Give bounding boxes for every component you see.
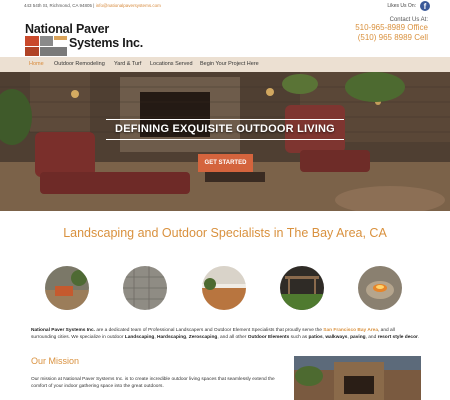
get-started-button[interactable]: GET STARTED bbox=[198, 154, 253, 172]
phone-office-link[interactable]: 510-965-8989 Office bbox=[355, 23, 428, 33]
service-image-fire-pit[interactable] bbox=[358, 266, 402, 310]
intro-zeroscaping: Zeroscaping bbox=[188, 335, 218, 341]
hero-image bbox=[0, 72, 450, 211]
service-image-paver-patio-house[interactable] bbox=[202, 266, 246, 310]
intro-landscaping: Landscaping bbox=[124, 335, 155, 341]
logo-line1: National Paver bbox=[25, 22, 110, 36]
nav-item-locations-served[interactable]: Locations Served bbox=[150, 61, 193, 67]
intro-region-link[interactable]: San Francisco Bay Area bbox=[323, 328, 378, 333]
service-image-pergola-yard[interactable] bbox=[280, 266, 324, 310]
phone-cell-link[interactable]: (510) 965 8989 Cell bbox=[355, 33, 428, 43]
intro-text-3: , and all other bbox=[217, 335, 248, 341]
hero-title: DEFINING EXQUISITE OUTDOOR LIVING bbox=[115, 123, 335, 135]
paver-blocks-icon bbox=[25, 36, 67, 56]
mission-text: Our mission at National Paver Systems In… bbox=[31, 377, 275, 390]
nav-item-yard-turf[interactable]: Yard & Turf bbox=[114, 61, 141, 67]
mission-image bbox=[294, 356, 421, 400]
site-header: National Paver Systems Inc. Contact Us A… bbox=[0, 14, 450, 56]
contact-block: Contact Us At: 510-965-8989 Office (510)… bbox=[355, 17, 428, 43]
address-line: 443 54th St, Richmond, CA 94805 | info@n… bbox=[24, 3, 161, 8]
intro-hardscaping: Hardscaping bbox=[157, 335, 187, 341]
main-nav: Home Outdoor Remodeling Yard & Turf Loca… bbox=[0, 57, 450, 72]
likes-us-label: Likes Us On: bbox=[387, 3, 416, 9]
intro-outdoor-elements: Outdoor Elements bbox=[247, 335, 290, 341]
nav-item-begin-project[interactable]: Begin Your Project Here bbox=[200, 61, 259, 67]
top-info-bar: 443 54th St, Richmond, CA 94805 | info@n… bbox=[0, 0, 450, 14]
intro-paragraph: National Paver Systems Inc. are a dedica… bbox=[31, 328, 420, 341]
nav-item-outdoor-remodeling[interactable]: Outdoor Remodeling bbox=[54, 61, 105, 67]
intro-paving: paving bbox=[350, 335, 366, 341]
email-link[interactable]: info@nationalpaversystems.com bbox=[96, 3, 161, 8]
service-image-paver-walkway[interactable] bbox=[123, 266, 167, 310]
mission-title: Our Mission bbox=[31, 356, 80, 366]
logo-line2: Systems Inc. bbox=[69, 36, 144, 50]
intro-text-5: , and bbox=[365, 335, 378, 341]
service-image-patio-furniture[interactable] bbox=[45, 266, 89, 310]
intro-walkways: walkways bbox=[325, 335, 348, 341]
logo[interactable]: National Paver Systems Inc. bbox=[25, 22, 165, 56]
hero-line-top bbox=[106, 119, 344, 120]
intro-resort-decor: resort style decor bbox=[377, 335, 418, 341]
hero-line-bottom bbox=[106, 139, 344, 140]
intro-patios: patios bbox=[308, 335, 323, 341]
address-text: 443 54th St, Richmond, CA 94805 bbox=[24, 3, 93, 8]
services-title: Landscaping and Outdoor Specialists in T… bbox=[63, 226, 387, 240]
intro-company: National Paver Systems Inc. bbox=[31, 328, 95, 333]
intro-text-4: such as bbox=[289, 335, 309, 341]
facebook-icon[interactable]: f bbox=[420, 1, 430, 11]
nav-item-home[interactable]: Home bbox=[29, 61, 44, 67]
hero-banner: DEFINING EXQUISITE OUTDOOR LIVING GET ST… bbox=[0, 72, 450, 211]
intro-text-1: are a dedicated team of Professional Lan… bbox=[95, 328, 324, 333]
